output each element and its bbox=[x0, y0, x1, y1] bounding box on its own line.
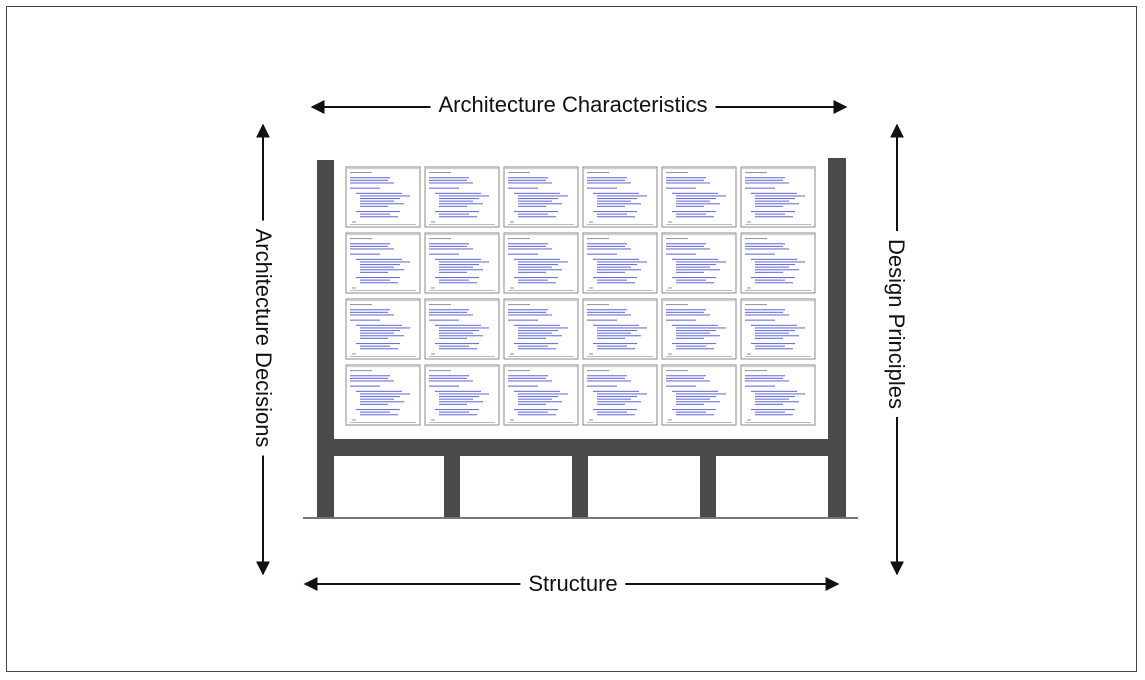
support-leg-2 bbox=[572, 456, 588, 517]
code-thumbnail bbox=[740, 232, 816, 294]
code-thumbnail bbox=[661, 364, 737, 426]
code-thumbnail bbox=[424, 298, 500, 360]
code-thumbnail bbox=[740, 364, 816, 426]
support-leg-3 bbox=[700, 456, 716, 517]
code-thumbnail bbox=[740, 166, 816, 228]
code-thumbnail bbox=[424, 166, 500, 228]
label-structure: Structure bbox=[520, 570, 626, 598]
code-thumbnail bbox=[345, 166, 421, 228]
code-thumbnail bbox=[345, 298, 421, 360]
label-architecture-characteristics: Architecture Characteristics bbox=[430, 91, 716, 119]
code-thumbnail-grid bbox=[345, 166, 816, 426]
code-thumbnail bbox=[661, 298, 737, 360]
code-thumbnail bbox=[740, 298, 816, 360]
code-thumbnail bbox=[503, 166, 579, 228]
code-thumbnail bbox=[582, 298, 658, 360]
code-thumbnail bbox=[503, 298, 579, 360]
label-design-principles: Design Principles bbox=[882, 231, 910, 417]
label-architecture-decisions: Architecture Decisions bbox=[249, 220, 277, 456]
code-thumbnail bbox=[582, 232, 658, 294]
code-thumbnail bbox=[661, 232, 737, 294]
code-thumbnail bbox=[424, 364, 500, 426]
code-thumbnail bbox=[345, 232, 421, 294]
code-thumbnail bbox=[503, 364, 579, 426]
left-pillar bbox=[317, 160, 334, 517]
code-thumbnail bbox=[582, 364, 658, 426]
support-leg-1 bbox=[444, 456, 460, 517]
code-thumbnail bbox=[345, 364, 421, 426]
code-thumbnail bbox=[582, 166, 658, 228]
code-thumbnail bbox=[424, 232, 500, 294]
code-thumbnail bbox=[503, 232, 579, 294]
code-thumbnail bbox=[661, 166, 737, 228]
floor-beam bbox=[317, 439, 846, 456]
right-pillar bbox=[828, 158, 846, 517]
